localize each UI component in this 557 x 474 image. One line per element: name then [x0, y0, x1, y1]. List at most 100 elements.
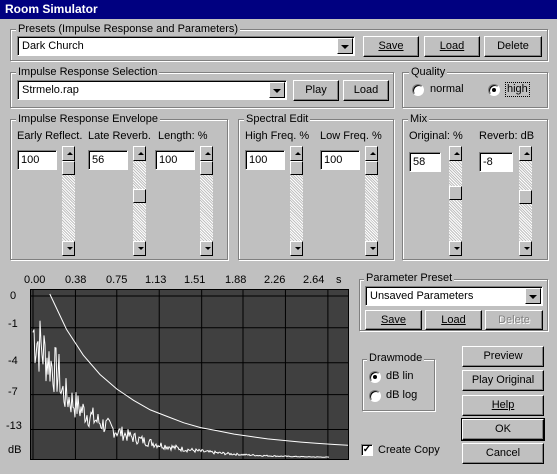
- scroll-up-icon[interactable]: [290, 146, 303, 161]
- x-tick: 0.38: [65, 274, 87, 286]
- high-freq-slider[interactable]: [289, 145, 304, 257]
- original-field[interactable]: 58: [409, 152, 441, 172]
- spectral-group-label: Spectral Edit: [244, 113, 311, 125]
- presets-delete-button[interactable]: Delete: [484, 36, 542, 57]
- x-tick: 2.26: [264, 274, 286, 286]
- early-slider[interactable]: [61, 145, 76, 257]
- scroll-up-icon[interactable]: [62, 146, 75, 161]
- cancel-button[interactable]: Cancel: [462, 443, 544, 464]
- slider-thumb[interactable]: [449, 186, 462, 200]
- chevron-down-icon[interactable]: [337, 38, 353, 54]
- low-freq-field[interactable]: 100: [320, 150, 360, 170]
- y-tick: 0: [10, 290, 17, 302]
- scroll-down-icon[interactable]: [449, 241, 462, 256]
- reverb-slider[interactable]: [518, 145, 533, 257]
- scroll-down-icon[interactable]: [133, 241, 146, 256]
- slider-thumb[interactable]: [290, 161, 303, 175]
- length-field[interactable]: 100: [155, 150, 195, 170]
- scroll-down-icon[interactable]: [200, 241, 213, 256]
- scroll-up-icon[interactable]: [365, 146, 378, 161]
- x-axis-ticks: 0.00 0.38 0.75 1.13 1.51 1.88 2.26 2.64 …: [24, 274, 344, 288]
- high-freq-field[interactable]: 100: [245, 150, 285, 170]
- scroll-down-icon[interactable]: [290, 241, 303, 256]
- scroll-up-icon[interactable]: [519, 146, 532, 161]
- param-preset-selected: Unsaved Parameters: [370, 290, 474, 302]
- y-tick: -7: [8, 386, 18, 398]
- ok-button[interactable]: OK: [461, 418, 545, 441]
- param-preset-label: Parameter Preset: [364, 272, 455, 284]
- window-title: Room Simulator: [5, 2, 98, 16]
- x-tick: 1.13: [145, 274, 167, 286]
- chevron-down-icon[interactable]: [269, 82, 285, 98]
- late-field[interactable]: 56: [88, 150, 128, 170]
- presets-selected: Dark Church: [22, 40, 84, 52]
- scroll-down-icon[interactable]: [365, 241, 378, 256]
- length-slider[interactable]: [199, 145, 214, 257]
- x-tick: 2.64: [303, 274, 325, 286]
- param-load-button[interactable]: Load: [425, 310, 482, 330]
- chevron-down-icon[interactable]: [525, 288, 541, 304]
- ir-combo[interactable]: Strmelo.rap: [17, 80, 287, 100]
- reverb-field[interactable]: -8: [479, 152, 513, 172]
- drawmode-label: Drawmode: [367, 352, 425, 364]
- create-copy-label: Create Copy: [378, 444, 440, 456]
- presets-load-button[interactable]: Load: [424, 36, 480, 57]
- slider-thumb[interactable]: [62, 161, 75, 175]
- x-tick: 0.75: [106, 274, 128, 286]
- envelope-group-label: Impulse Response Envelope: [16, 113, 161, 125]
- title-bar: Room Simulator: [0, 0, 557, 19]
- param-save-button[interactable]: Save: [365, 310, 422, 330]
- ir-play-button[interactable]: Play: [293, 80, 339, 101]
- quality-group-label: Quality: [409, 66, 448, 78]
- slider-thumb[interactable]: [200, 161, 213, 175]
- early-field[interactable]: 100: [17, 150, 57, 170]
- impulse-response-plot[interactable]: [30, 289, 349, 460]
- play-original-button[interactable]: Play Original: [462, 370, 544, 391]
- drawmode-lin-radio[interactable]: [369, 371, 381, 383]
- late-slider[interactable]: [132, 145, 147, 257]
- quality-high-radio[interactable]: [488, 84, 500, 96]
- high-freq-label: High Freq. %: [245, 130, 310, 142]
- preview-button[interactable]: Preview: [462, 346, 544, 367]
- create-copy-checkbox[interactable]: ✓: [361, 444, 373, 456]
- slider-thumb[interactable]: [133, 189, 146, 203]
- quality-high-label: high: [505, 82, 530, 97]
- y-tick: -4: [8, 355, 18, 367]
- mix-group-label: Mix: [408, 113, 430, 125]
- y-tick: -1: [8, 318, 18, 330]
- scroll-up-icon[interactable]: [200, 146, 213, 161]
- y-tick: -13: [6, 420, 22, 432]
- check-icon: ✓: [362, 444, 372, 455]
- slider-thumb[interactable]: [519, 190, 532, 204]
- quality-normal-radio[interactable]: [412, 84, 424, 96]
- x-unit: s: [336, 274, 342, 286]
- x-tick: 1.51: [184, 274, 206, 286]
- drawmode-log-radio[interactable]: [369, 390, 381, 402]
- x-tick: 0.00: [24, 274, 46, 286]
- low-freq-label: Low Freq. %: [320, 130, 382, 142]
- presets-save-button[interactable]: Save: [363, 36, 419, 57]
- param-preset-combo[interactable]: Unsaved Parameters: [365, 286, 543, 306]
- low-freq-slider[interactable]: [364, 145, 379, 257]
- ir-group-label: Impulse Response Selection: [16, 66, 160, 78]
- slider-thumb[interactable]: [365, 161, 378, 175]
- help-button[interactable]: Help: [462, 395, 544, 416]
- early-label: Early Reflect.: [17, 130, 83, 142]
- original-label: Original: %: [409, 130, 463, 142]
- ir-selected: Strmelo.rap: [22, 84, 79, 96]
- x-tick: 1.88: [225, 274, 247, 286]
- scroll-up-icon[interactable]: [133, 146, 146, 161]
- y-unit: dB: [8, 444, 22, 456]
- ir-load-button[interactable]: Load: [343, 80, 389, 101]
- presets-combo[interactable]: Dark Church: [17, 36, 355, 56]
- scroll-down-icon[interactable]: [519, 241, 532, 256]
- param-delete-button[interactable]: Delete: [485, 310, 543, 330]
- drawmode-log-label: dB log: [386, 389, 418, 401]
- drawmode-lin-label: dB lin: [386, 370, 414, 382]
- reverb-label: Reverb: dB: [479, 130, 535, 142]
- presets-group-label: Presets (Impulse Response and Parameters…: [16, 23, 241, 35]
- scroll-up-icon[interactable]: [449, 146, 462, 161]
- late-label: Late Reverb.: [88, 130, 151, 142]
- scroll-down-icon[interactable]: [62, 241, 75, 256]
- original-slider[interactable]: [448, 145, 463, 257]
